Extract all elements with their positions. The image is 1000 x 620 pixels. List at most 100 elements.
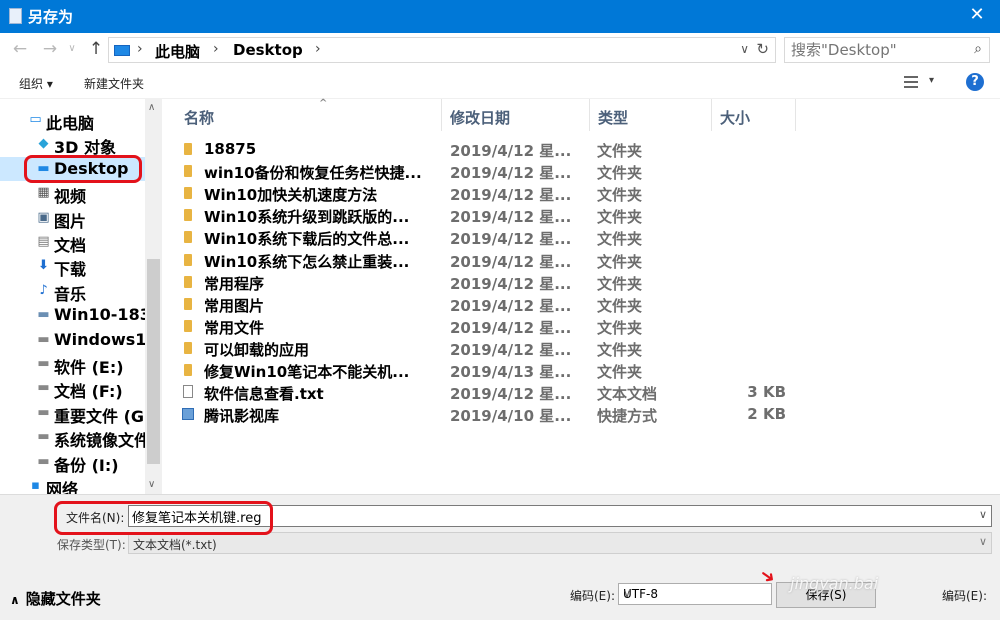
drive-icon: ▬ — [37, 453, 50, 469]
computer-icon: ▭ — [29, 112, 42, 127]
breadcrumb-this-pc[interactable]: 此电脑 — [155, 41, 200, 62]
filename-input[interactable] — [132, 507, 962, 525]
sidebar-item-label: 音乐 — [54, 284, 87, 303]
file-row[interactable]: Win10系统下怎么禁止重装... 2019/4/12 星... 文件夹 — [162, 249, 1000, 271]
file-date: 2019/4/12 星... — [450, 164, 572, 183]
file-name: 修复Win10笔记本不能关机... — [204, 363, 410, 381]
file-name: win10备份和恢复任务栏快捷... — [204, 164, 422, 183]
file-row[interactable]: 常用文件 2019/4/12 星... 文件夹 — [162, 315, 1000, 337]
folder-icon — [184, 341, 192, 354]
file-row[interactable]: Win10系统升级到跳跃版的... 2019/4/12 星... 文件夹 — [162, 204, 1000, 226]
encoding-label: 编码(E): — [570, 589, 615, 603]
breadcrumb-desktop[interactable]: Desktop — [233, 41, 303, 59]
view-dropdown-icon[interactable]: ▾ — [929, 75, 934, 86]
file-row[interactable]: 可以卸载的应用 2019/4/12 星... 文件夹 — [162, 337, 1000, 359]
recent-locations-dropdown[interactable]: ∨ — [62, 43, 82, 54]
chevron-up-icon: ∧ — [10, 593, 20, 607]
filename-label: 文件名(N): — [66, 511, 125, 525]
scroll-down-icon[interactable]: ∨ — [148, 479, 155, 490]
file-row[interactable]: 常用图片 2019/4/12 星... 文件夹 — [162, 293, 1000, 315]
sidebar-item[interactable]: ◆ 3D 对象 — [0, 132, 145, 157]
sidebar-item-label: Desktop — [54, 158, 129, 178]
file-row[interactable]: Win10加快关机速度方法 2019/4/12 星... 文件夹 — [162, 182, 1000, 204]
file-row[interactable]: win10备份和恢复任务栏快捷... 2019/4/12 星... 文件夹 — [162, 160, 1000, 182]
refresh-icon[interactable]: ↻ — [756, 40, 769, 58]
file-row[interactable]: 常用程序 2019/4/12 星... 文件夹 — [162, 271, 1000, 293]
command-toolbar: 组织 ▾ 新建文件夹 ▾ ? — [0, 67, 1000, 99]
sidebar-item[interactable]: ▤ 文档 — [0, 230, 145, 255]
sidebar-item-label: Win10-183 — [54, 305, 145, 325]
search-input[interactable] — [791, 40, 961, 60]
scroll-up-icon[interactable]: ∧ — [148, 102, 155, 113]
sidebar-item[interactable]: ▬ 备份 (I:) — [0, 450, 145, 474]
sidebar-item[interactable]: ▭ 此电脑 — [0, 108, 145, 133]
sidebar-item[interactable]: ▬ 系统镜像文件 — [0, 425, 145, 450]
breadcrumb-separator[interactable]: › — [137, 41, 143, 57]
address-row: ← → ∨ ↑ › 此电脑 › Desktop › ∨ ↻ ⌕ — [0, 33, 1000, 67]
folder-icon — [184, 297, 192, 310]
sidebar-item[interactable]: ▬ 重要文件 (G — [0, 401, 145, 425]
file-type: 文件夹 — [597, 230, 643, 249]
sidebar-item-label: 系统镜像文件 — [54, 431, 145, 450]
back-button[interactable]: ← — [10, 39, 30, 59]
file-type: 文件夹 — [597, 164, 643, 183]
sidebar-item[interactable]: ▬ Desktop — [0, 156, 145, 181]
file-row[interactable]: Win10系统下载后的文件总... 2019/4/12 星... 文件夹 — [162, 226, 1000, 248]
close-button[interactable]: ✕ — [964, 4, 990, 28]
new-folder-button[interactable]: 新建文件夹 — [84, 75, 144, 92]
file-row[interactable]: 腾讯影视库 2019/4/10 星... 快捷方式 2 KB — [162, 403, 1000, 425]
sidebar-item[interactable]: ▬ Win10-183 — [0, 303, 145, 327]
column-header-size[interactable]: 大小 — [712, 99, 796, 131]
hide-folders-toggle[interactable]: ∧ 隐藏文件夹 — [10, 588, 101, 609]
view-options-icon[interactable] — [904, 76, 918, 88]
sidebar-item[interactable]: ▬ 软件 (E:) — [0, 352, 145, 377]
file-type: 文件夹 — [597, 142, 643, 160]
help-icon[interactable]: ? — [966, 73, 984, 91]
chevron-down-icon[interactable]: ∨ — [979, 535, 987, 548]
filename-combobox[interactable]: ∨ — [128, 505, 992, 527]
column-header-date[interactable]: 修改日期 — [442, 99, 590, 131]
sidebar-item-label: 软件 (E:) — [54, 358, 124, 376]
up-button[interactable]: ↑ — [86, 39, 106, 59]
music-icon: ♪ — [39, 282, 48, 298]
navigation-scrollbar[interactable]: ∧ ∨ — [145, 99, 162, 494]
sidebar-item[interactable]: ▪ 网络 — [0, 474, 145, 495]
chevron-down-icon[interactable]: ∨ — [979, 508, 987, 521]
file-row[interactable]: 18875 2019/4/12 星... 文件夹 — [162, 138, 1000, 160]
column-header-type[interactable]: 类型 — [590, 99, 712, 131]
file-row[interactable]: 软件信息查看.txt 2019/4/12 星... 文本文档 3 KB — [162, 381, 1000, 403]
address-dropdown-icon[interactable]: ∨ — [740, 42, 749, 56]
sidebar-item-label: 网络 — [46, 480, 79, 494]
file-type: 文件夹 — [597, 274, 643, 293]
sidebar-item[interactable]: ▣ 图片 — [0, 206, 145, 230]
breadcrumb-separator[interactable]: › — [213, 41, 219, 57]
column-header-name[interactable]: 名称 ^ — [176, 98, 442, 131]
chevron-down-icon[interactable]: ∨ — [623, 587, 767, 600]
sidebar-item[interactable]: ▬Windows10 — [0, 328, 145, 352]
address-bar[interactable]: › 此电脑 › Desktop › ∨ ↻ — [108, 37, 776, 63]
file-row[interactable]: 修复Win10笔记本不能关机... 2019/4/13 星... 文件夹 — [162, 359, 1000, 381]
search-box[interactable]: ⌕ — [784, 37, 990, 63]
scrollbar-thumb[interactable] — [147, 259, 160, 464]
sidebar-item[interactable]: ⬇ 下载 — [0, 254, 145, 279]
file-size: 2 KB — [747, 405, 786, 424]
sidebar-item[interactable]: ▬ 文档 (F:) — [0, 376, 145, 401]
cube-icon: ◆ — [38, 136, 49, 152]
encoding-select[interactable]: UTF-8 ∨ — [618, 583, 772, 605]
sidebar-item-label: 此电脑 — [46, 114, 95, 132]
save-type-select[interactable]: 文本文档(*.txt) ∨ — [128, 532, 992, 554]
search-icon[interactable]: ⌕ — [974, 41, 982, 57]
organize-button[interactable]: 组织 ▾ — [19, 75, 53, 92]
sidebar-item[interactable]: ▦ 视频 — [0, 181, 145, 206]
breadcrumb-separator[interactable]: › — [315, 41, 321, 57]
shortcut-icon — [182, 408, 194, 421]
forward-button[interactable]: → — [40, 39, 60, 59]
sidebar-item[interactable]: ♪ 音乐 — [0, 279, 145, 303]
file-name: Win10加快关机速度方法 — [204, 186, 378, 205]
sidebar-item-label: 备份 (I:) — [54, 455, 119, 474]
folder-icon — [184, 253, 192, 266]
file-type: 快捷方式 — [597, 407, 658, 426]
file-date: 2019/4/12 星... — [450, 318, 572, 337]
file-type: 文件夹 — [597, 340, 643, 359]
navigation-pane: ▭ 此电脑 ◆ 3D 对象 ▬ Desktop ▦ 视频 ▣ 图片 ▤ 文档 ⬇ 下载 ♪ 音乐 ▬ Win10-… — [0, 99, 162, 494]
